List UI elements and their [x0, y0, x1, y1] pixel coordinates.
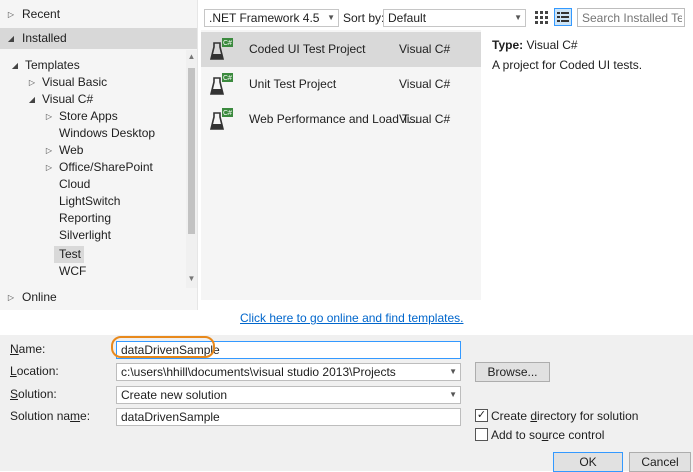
- expand-arrow-icon[interactable]: ▷: [27, 74, 37, 91]
- scroll-up-icon[interactable]: ▲: [186, 52, 197, 62]
- list-item[interactable]: C# Unit Test Project Visual C#: [201, 67, 481, 102]
- tree-item-label: Installed: [22, 31, 67, 45]
- collapse-arrow-icon[interactable]: ◢: [27, 91, 37, 108]
- collapse-arrow-icon[interactable]: ◢: [10, 57, 20, 74]
- expand-arrow-icon[interactable]: ▷: [44, 159, 54, 176]
- solution-dropdown[interactable]: Create new solution ▼: [116, 386, 461, 404]
- type-info: Type: Visual C#: [492, 36, 578, 54]
- tree-item-label: Reporting: [59, 211, 112, 225]
- browse-button[interactable]: Browse...: [475, 362, 550, 382]
- chevron-down-icon: ▼: [327, 13, 335, 22]
- create-directory-checkbox[interactable]: ✓: [475, 409, 488, 422]
- tree-item-label: Office/SharePoint: [59, 160, 153, 174]
- svg-text:C#: C#: [223, 110, 232, 117]
- expand-arrow-icon[interactable]: ▷: [6, 6, 16, 23]
- expand-arrow-icon[interactable]: ▷: [6, 289, 16, 306]
- sort-by-label: Sort by:: [343, 11, 385, 25]
- location-value: c:\users\hhill\documents\visual studio 2…: [121, 365, 396, 379]
- flask-test-icon: C#: [209, 38, 233, 60]
- template-name: Unit Test Project: [249, 77, 337, 91]
- tree-item-label: WCF: [59, 264, 87, 278]
- location-label: Location:: [10, 364, 59, 378]
- solution-name-label: Solution name:: [10, 409, 91, 423]
- location-dropdown[interactable]: c:\users\hhill\documents\visual studio 2…: [116, 363, 461, 381]
- tree-item-label: Online: [22, 290, 57, 304]
- tree-item-label: Visual Basic: [42, 75, 108, 89]
- chevron-down-icon: ▼: [514, 13, 522, 22]
- scrollbar-thumb[interactable]: [188, 68, 195, 234]
- template-language: Visual C#: [399, 77, 451, 91]
- tree-item-label: Test: [59, 247, 82, 261]
- tree-item-label: LightSwitch: [59, 194, 121, 208]
- list-item[interactable]: C# Web Performance and Load T... Visual …: [201, 102, 481, 137]
- template-name: Web Performance and Load T...: [249, 112, 418, 126]
- svg-text:C#: C#: [223, 40, 232, 47]
- grid-view-icon[interactable]: [533, 9, 549, 25]
- sort-dropdown[interactable]: Default ▼: [383, 9, 526, 27]
- tree-item-test[interactable]: Test: [59, 246, 81, 263]
- tree-item-label: Web: [59, 143, 84, 157]
- solution-name-value: dataDrivenSample: [121, 410, 220, 424]
- framework-value: .NET Framework 4.5: [209, 11, 320, 25]
- chevron-down-icon: ▼: [449, 367, 457, 376]
- flask-test-icon: C#: [209, 73, 233, 95]
- template-description: A project for Coded UI tests.: [492, 58, 643, 72]
- tree-item-label: Silverlight: [59, 228, 112, 242]
- name-field[interactable]: dataDrivenSample: [116, 341, 461, 359]
- tree-item-label: Visual C#: [42, 92, 94, 106]
- collapse-arrow-icon[interactable]: ◢: [6, 30, 16, 47]
- checkmark-icon: ✓: [476, 409, 487, 421]
- framework-dropdown[interactable]: .NET Framework 4.5 ▼: [204, 9, 339, 27]
- tree-item-silverlight[interactable]: Silverlight: [59, 227, 111, 244]
- cancel-button[interactable]: Cancel: [629, 452, 691, 472]
- template-language: Visual C#: [399, 42, 451, 56]
- expand-arrow-icon[interactable]: ▷: [44, 142, 54, 159]
- tree-item-wcf[interactable]: WCF: [59, 263, 86, 280]
- tree-scrollbar[interactable]: ▲ ▼: [186, 50, 197, 288]
- template-language: Visual C#: [399, 112, 451, 126]
- chevron-down-icon: ▼: [449, 390, 457, 399]
- tree-item-windows-desktop[interactable]: Windows Desktop: [59, 125, 155, 142]
- tree-item-label: Recent: [22, 7, 61, 21]
- solution-value: Create new solution: [121, 388, 228, 402]
- ok-button[interactable]: OK: [553, 452, 623, 472]
- type-value: Visual C#: [526, 38, 578, 52]
- solution-label: Solution:: [10, 387, 57, 401]
- tree-item-label: Windows Desktop: [59, 126, 156, 140]
- create-directory-label: Create directory for solution: [491, 409, 639, 423]
- tree-item-lightswitch[interactable]: LightSwitch: [59, 193, 120, 210]
- search-input[interactable]: [577, 8, 685, 27]
- name-value: dataDrivenSample: [121, 343, 220, 357]
- tree-item-cloud[interactable]: Cloud: [59, 176, 90, 193]
- add-source-control-label: Add to source control: [491, 428, 605, 442]
- template-list: C# Coded UI Test Project Visual C# C# Un…: [201, 30, 481, 300]
- svg-text:C#: C#: [223, 75, 232, 82]
- scroll-down-icon[interactable]: ▼: [186, 274, 197, 284]
- template-name: Coded UI Test Project: [249, 42, 366, 56]
- tree-item-label: Store Apps: [59, 109, 118, 123]
- tree-item-label: Templates: [25, 58, 80, 72]
- type-label: Type:: [492, 38, 524, 52]
- tree-item-reporting[interactable]: Reporting: [59, 210, 111, 227]
- solution-name-field[interactable]: dataDrivenSample: [116, 408, 461, 426]
- online-templates-link[interactable]: Click here to go online and find templat…: [240, 309, 463, 327]
- tree-item-label: Cloud: [59, 177, 91, 191]
- list-item[interactable]: C# Coded UI Test Project Visual C#: [201, 32, 481, 67]
- sort-value: Default: [388, 11, 427, 25]
- list-view-icon[interactable]: [554, 8, 572, 26]
- add-source-control-checkbox[interactable]: [475, 428, 488, 441]
- expand-arrow-icon[interactable]: ▷: [44, 108, 54, 125]
- flask-test-icon: C#: [209, 108, 233, 130]
- name-label: Name:: [10, 342, 46, 356]
- template-tree-panel: ▷ Recent ◢ Installed ◢ Templates ▷ Visua…: [0, 0, 198, 310]
